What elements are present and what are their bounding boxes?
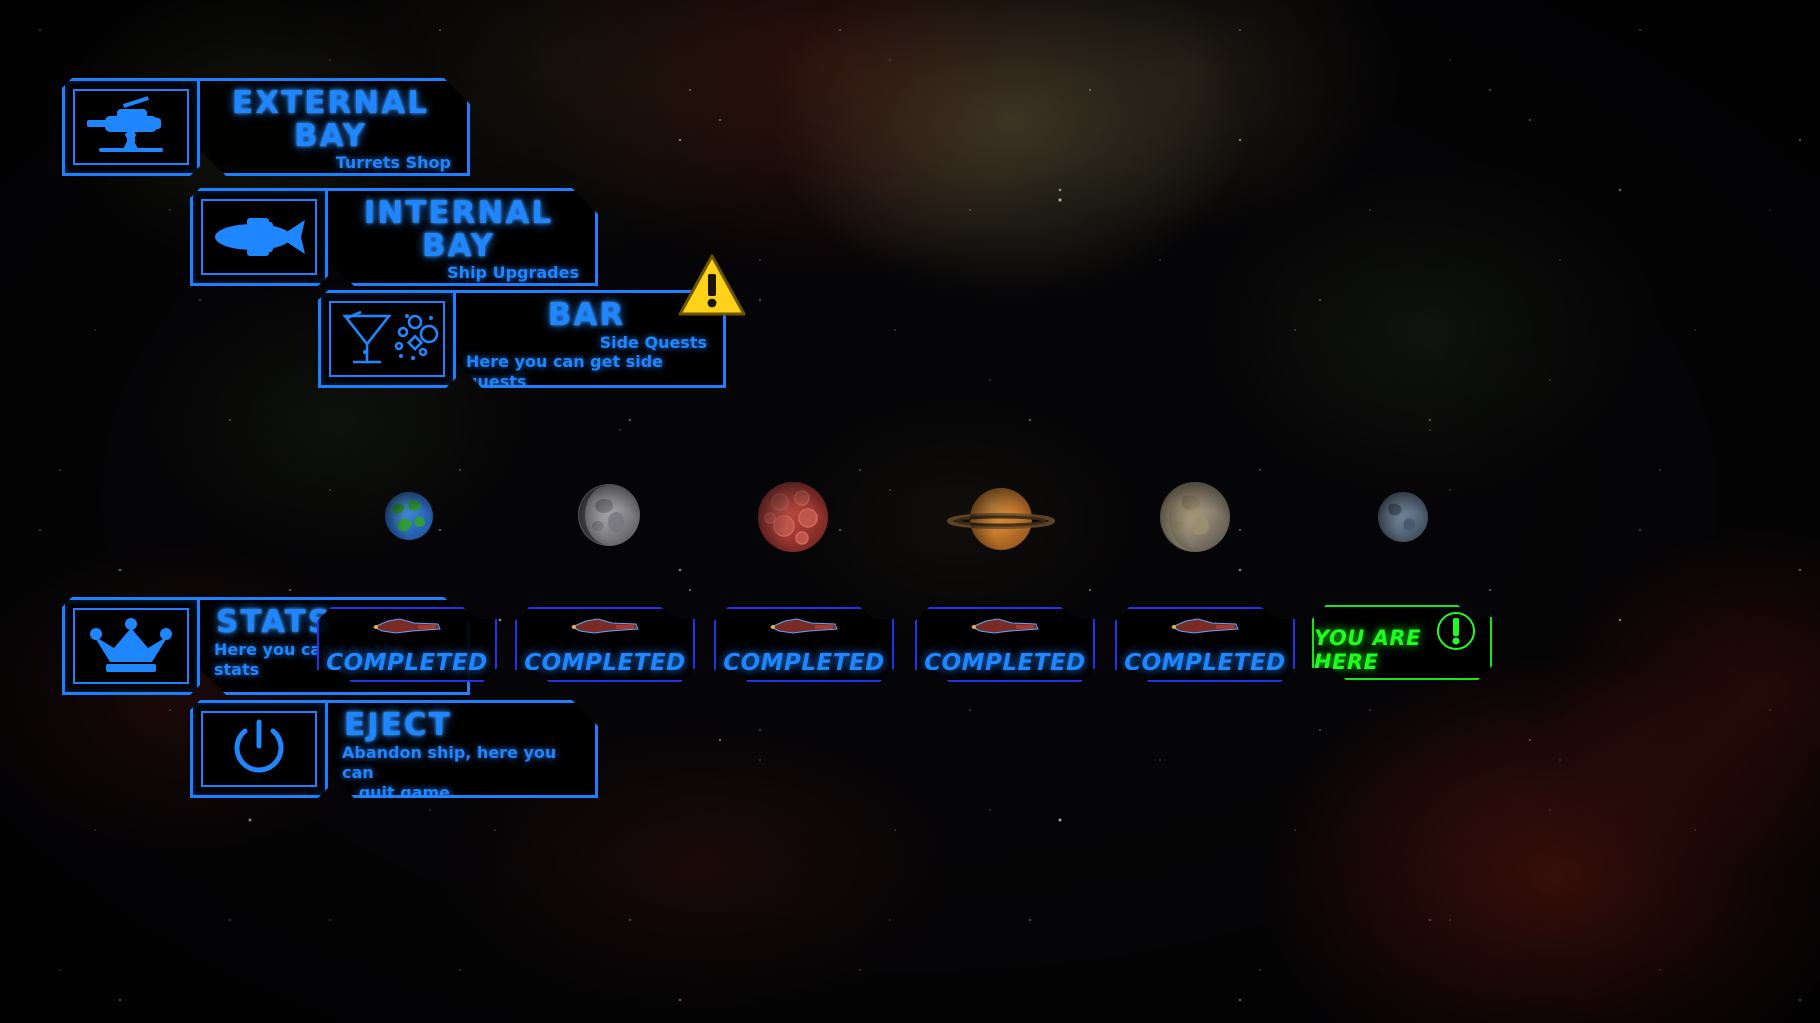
game-screen: EXTERNAL BAY Turrets Shop Here you can b… (0, 0, 1820, 1023)
exclamation-circle-icon (1436, 611, 1476, 651)
eject-desc-line1: Abandon ship, here you can (342, 742, 557, 783)
bar-icon-box (318, 290, 456, 388)
desert-planet[interactable] (1160, 482, 1230, 552)
panel-external-bay[interactable]: EXTERNAL BAY Turrets Shop Here you can b… (62, 78, 470, 176)
eject-icon-frame (201, 711, 317, 787)
turret-icon (83, 96, 179, 158)
bar-desc-line1: Here you can get side quests (466, 351, 664, 392)
internal-bay-icon-box (190, 188, 328, 286)
ship-icon (1166, 615, 1244, 637)
panel-eject[interactable]: EJECT Abandon ship, here you can quit ga… (190, 700, 598, 798)
bar-subtitle: Side Quests (599, 332, 707, 352)
warning-triangle-icon[interactable] (678, 252, 746, 320)
panel-internal-bay[interactable]: INTERNAL BAY Ship Upgrades Here you can … (190, 188, 598, 286)
stats-icon-frame (73, 608, 189, 684)
internal-bay-title: INTERNAL BAY (363, 195, 554, 264)
earth-planet[interactable] (385, 492, 433, 540)
power-icon (226, 716, 292, 782)
level-node-3[interactable]: COMPLETED (714, 607, 894, 682)
rocket-icon (209, 208, 309, 266)
external-bay-icon-frame (73, 89, 189, 165)
bar-icon-frame (329, 301, 445, 377)
cocktail-icon (335, 308, 439, 370)
level-node-2[interactable]: COMPLETED (515, 607, 695, 682)
level-node-3-label: COMPLETED (723, 650, 885, 676)
mars-planet[interactable] (758, 482, 828, 552)
internal-bay-subtitle: Ship Upgrades (447, 263, 579, 283)
internal-bay-icon-frame (201, 199, 317, 275)
ship-icon (368, 615, 446, 637)
level-node-1[interactable]: COMPLETED (317, 607, 497, 682)
eject-text: EJECT Abandon ship, here you can quit ga… (328, 700, 598, 798)
ship-icon (765, 615, 843, 637)
saturn-planet[interactable] (947, 488, 1055, 550)
level-node-4-label: COMPLETED (924, 650, 1086, 676)
panel-bar[interactable]: BAR Side Quests Here you can get side qu… (318, 290, 726, 388)
eject-title: EJECT (344, 707, 452, 743)
bar-title: BAR (547, 297, 626, 333)
external-bay-subtitle: Turrets Shop (335, 153, 451, 173)
ice-planet[interactable] (1378, 492, 1428, 542)
ship-icon (966, 615, 1044, 637)
stats-icon-box (62, 597, 200, 695)
eject-icon-box (190, 700, 328, 798)
level-node-4[interactable]: COMPLETED (915, 607, 1095, 682)
internal-bay-text: INTERNAL BAY Ship Upgrades Here you can … (328, 188, 598, 286)
level-node-5-label: COMPLETED (1124, 650, 1286, 676)
crown-icon (86, 616, 176, 676)
level-node-6-current[interactable]: YOU ARE HERE (1312, 605, 1492, 680)
ship-icon (566, 615, 644, 637)
level-node-2-label: COMPLETED (524, 650, 686, 676)
external-bay-icon-box (62, 78, 200, 176)
moon-planet[interactable] (578, 484, 640, 546)
external-bay-text: EXTERNAL BAY Turrets Shop Here you can b… (200, 78, 470, 176)
external-bay-title: EXTERNAL BAY (232, 85, 429, 154)
level-node-5[interactable]: COMPLETED (1115, 607, 1295, 682)
level-node-1-label: COMPLETED (326, 650, 488, 676)
